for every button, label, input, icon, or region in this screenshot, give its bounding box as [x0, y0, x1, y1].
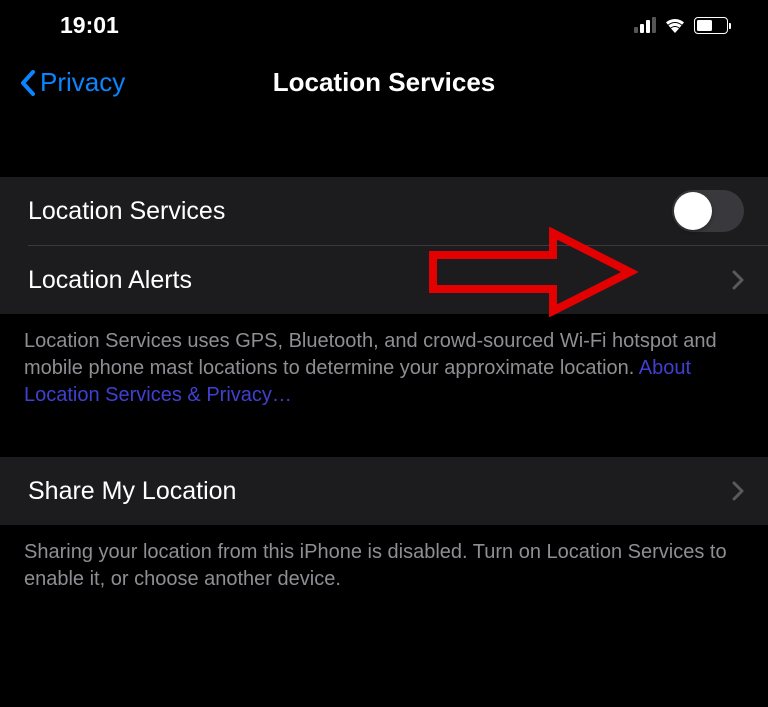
- wifi-icon: [664, 17, 686, 33]
- settings-group-2: Share My Location: [0, 457, 768, 525]
- footer-text-content: Location Services uses GPS, Bluetooth, a…: [24, 330, 717, 379]
- location-services-footer: Location Services uses GPS, Bluetooth, a…: [0, 314, 768, 427]
- location-services-toggle[interactable]: [672, 190, 744, 232]
- back-label: Privacy: [40, 67, 125, 98]
- share-location-footer: Sharing your location from this iPhone i…: [0, 525, 768, 611]
- toggle-knob: [674, 192, 712, 230]
- back-button[interactable]: Privacy: [20, 67, 125, 98]
- location-services-label: Location Services: [28, 197, 225, 226]
- page-title: Location Services: [273, 67, 496, 98]
- status-time: 19:01: [60, 12, 119, 39]
- cellular-signal-icon: [634, 17, 656, 33]
- location-alerts-label: Location Alerts: [28, 266, 192, 295]
- chevron-right-icon: [732, 270, 744, 290]
- chevron-left-icon: [20, 70, 36, 96]
- share-my-location-label: Share My Location: [28, 477, 236, 506]
- share-footer-content: Sharing your location from this iPhone i…: [24, 541, 727, 590]
- location-services-row: Location Services: [0, 177, 768, 245]
- location-alerts-row[interactable]: Location Alerts: [0, 246, 768, 314]
- settings-group-1: Location Services Location Alerts: [0, 177, 768, 314]
- battery-icon: [694, 17, 728, 34]
- status-bar: 19:01: [0, 0, 768, 50]
- navigation-header: Privacy Location Services: [0, 50, 768, 115]
- share-my-location-row[interactable]: Share My Location: [0, 457, 768, 525]
- status-icons: [634, 17, 728, 34]
- chevron-right-icon: [732, 481, 744, 501]
